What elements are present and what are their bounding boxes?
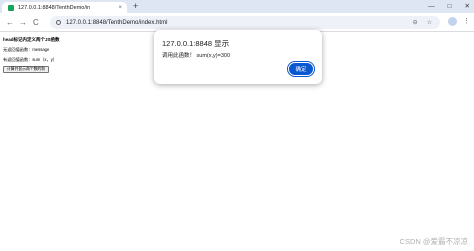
message-function-line: 无返回值函数：message [3,47,50,52]
page-favicon-icon [8,4,14,11]
sum-function-line: 有返回值函数：sum（x，y） [3,57,57,62]
close-window-icon[interactable]: ✕ [465,1,470,12]
minimize-icon[interactable]: — [428,1,435,12]
tab-close-icon[interactable]: × [118,5,122,11]
compute-sum-button[interactable]: 计算并显示两个数的和 [3,66,49,73]
bookmark-star-icon[interactable]: ☆ [427,19,432,26]
watermark: CSDN @爱霸不凉凉 [399,237,468,246]
address-bar[interactable]: 127.0.0.1:8848/TenthDemo/index.html ⊖ ☆ [50,16,440,29]
back-arrow-icon[interactable]: ← [6,17,14,28]
url-text[interactable]: 127.0.0.1:8848/TenthDemo/index.html [66,20,413,26]
dialog-message: 调用此函数！ sum(x,y)=300 [162,53,230,59]
address-bar-actions: ⊖ ☆ [413,19,432,26]
maximize-icon[interactable]: □ [448,1,452,12]
window-controls: — □ ✕ [428,1,470,12]
profile-avatar-icon[interactable] [448,17,457,26]
browser-menu-icon[interactable]: ⋮ [463,17,470,26]
dialog-ok-button[interactable]: 确定 [288,62,314,76]
zoom-icon[interactable]: ⊖ [413,19,418,26]
new-tab-button[interactable]: + [133,1,138,12]
dialog-title: 127.0.0.1:8848 显示 [162,39,230,48]
page-heading: head标记内定义两个JS函数 [3,37,60,42]
reload-icon[interactable]: C [33,17,39,28]
tab-title: 127.0.0.1:8848/TenthDemo/in [18,4,91,11]
site-info-icon[interactable] [56,20,61,25]
tab-strip: 127.0.0.1:8848/TenthDemo/in × + — □ ✕ [0,0,474,13]
tab-active[interactable]: 127.0.0.1:8848/TenthDemo/in × [2,2,127,13]
forward-arrow-icon[interactable]: → [19,17,27,28]
